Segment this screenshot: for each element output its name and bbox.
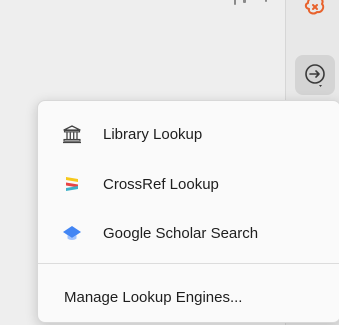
menu-item-library-lookup[interactable]: Library Lookup xyxy=(38,114,339,154)
manage-lookup-engines-label: Manage Lookup Engines... xyxy=(64,288,243,306)
menu-item-crossref-lookup[interactable]: CrossRef Lookup xyxy=(38,164,339,204)
google-scholar-icon xyxy=(62,223,82,243)
menu-item-label: Library Lookup xyxy=(103,125,203,143)
menu-item-label: CrossRef Lookup xyxy=(103,175,219,193)
manage-lookup-engines-item[interactable]: Manage Lookup Engines... xyxy=(38,277,339,317)
library-icon xyxy=(62,124,82,144)
menu-item-label: Google Scholar Search xyxy=(103,224,259,242)
sidenav-top-button[interactable] xyxy=(295,0,335,26)
locate-icon xyxy=(305,64,325,87)
clipped-text-fragment xyxy=(232,0,268,10)
locate-dropdown-menu: Library Lookup CrossRef Lookup Google Sc… xyxy=(37,100,339,323)
menu-item-google-scholar-search[interactable]: Google Scholar Search xyxy=(38,213,339,253)
menu-separator xyxy=(38,263,339,264)
chat-icon xyxy=(304,0,325,15)
app-window: Library Lookup CrossRef Lookup Google Sc… xyxy=(0,0,339,325)
locate-button[interactable] xyxy=(295,55,335,95)
crossref-icon xyxy=(62,174,82,194)
